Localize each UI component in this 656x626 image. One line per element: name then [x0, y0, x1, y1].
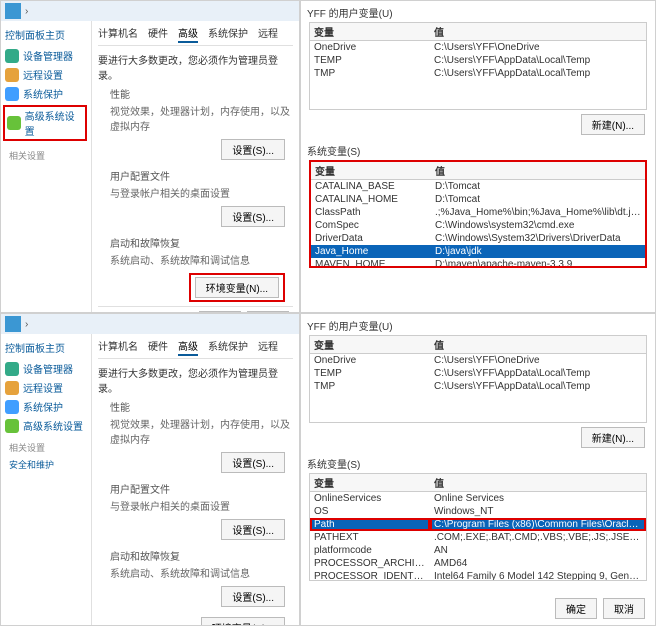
- security-link[interactable]: 安全和维护: [5, 458, 87, 471]
- tab-protection[interactable]: 系统保护: [208, 25, 248, 43]
- system-icon: [5, 316, 21, 332]
- device-icon: [5, 49, 19, 63]
- tab-protection[interactable]: 系统保护: [208, 338, 248, 356]
- system-icon: [5, 3, 21, 19]
- startup-settings-button[interactable]: 设置(S)...: [221, 586, 285, 607]
- breadcrumb-caret-icon: ›: [25, 319, 28, 330]
- control-panel-home[interactable]: 控制面板主页: [5, 27, 87, 42]
- env-variables-button[interactable]: 环境变量(N)...: [195, 277, 279, 298]
- related-settings-header: 相关设置: [5, 437, 87, 458]
- table-row[interactable]: OnlineServicesOnline Services: [310, 492, 646, 506]
- related-settings-header: 相关设置: [5, 145, 87, 166]
- table-row[interactable]: OneDriveC:\Users\YFF\OneDrive: [310, 354, 646, 368]
- new-user-var-button[interactable]: 新建(N)...: [581, 427, 645, 448]
- sidebar-item-remote[interactable]: 远程设置: [5, 67, 87, 82]
- perf-settings-button[interactable]: 设置(S)...: [221, 452, 285, 473]
- table-row[interactable]: OSWindows_NT: [310, 505, 646, 518]
- profile-desc: 与登录帐户相关的桌面设置: [110, 185, 293, 200]
- system-properties-dialog: 计算机名 硬件 高级 系统保护 远程 要进行大多数更改，您必须作为管理员登录。 …: [91, 21, 299, 313]
- gear-icon: [7, 116, 21, 130]
- profile-settings-button[interactable]: 设置(S)...: [221, 519, 285, 540]
- breadcrumb-caret-icon: ›: [25, 6, 28, 17]
- window-header: ›: [1, 1, 299, 21]
- control-panel-home[interactable]: 控制面板主页: [5, 340, 87, 355]
- table-row[interactable]: TMPC:\Users\YFF\AppData\Local\Temp: [310, 67, 646, 80]
- system-properties-panel-top: › 控制面板主页 设备管理器 远程设置 系统保护 高级系统设置 相关设置 计算机…: [0, 0, 300, 313]
- sys-vars-table-wrap: 变量值 OnlineServicesOnline ServicesOSWindo…: [309, 473, 647, 581]
- sidebar-item-device-manager[interactable]: 设备管理器: [5, 361, 87, 376]
- table-row[interactable]: DriverDataC:\Windows\System32\Drivers\Dr…: [311, 232, 645, 245]
- table-row[interactable]: MAVEN_HOMED:\maven\apache-maven-3.3.9: [311, 258, 645, 268]
- control-panel-sidebar: 控制面板主页 设备管理器 远程设置 系统保护 高级系统设置 相关设置: [1, 21, 91, 313]
- sidebar-item-advanced[interactable]: 高级系统设置: [3, 105, 87, 141]
- profile-settings-button[interactable]: 设置(S)...: [221, 206, 285, 227]
- user-vars-table[interactable]: 变量值 OneDriveC:\Users\YFF\OneDriveTEMPC:\…: [310, 23, 646, 80]
- table-header: 变量值: [310, 23, 646, 41]
- table-row[interactable]: OneDriveC:\Users\YFF\OneDrive: [310, 41, 646, 55]
- user-vars-table-wrap: 变量值 OneDriveC:\Users\YFF\OneDriveTEMPC:\…: [309, 335, 647, 423]
- user-vars-table-wrap: 变量值 OneDriveC:\Users\YFF\OneDriveTEMPC:\…: [309, 22, 647, 110]
- table-row[interactable]: ComSpecC:\Windows\system32\cmd.exe: [311, 219, 645, 232]
- cancel-button[interactable]: 取消: [603, 598, 645, 619]
- sidebar-item-protection[interactable]: 系统保护: [5, 86, 87, 101]
- table-row[interactable]: TEMPC:\Users\YFF\AppData\Local\Temp: [310, 367, 646, 380]
- intro-text: 要进行大多数更改，您必须作为管理员登录。: [98, 52, 293, 82]
- remote-icon: [5, 68, 19, 82]
- env-variables-button[interactable]: 环境变量(N)...: [201, 617, 285, 626]
- table-row[interactable]: PathC:\Program Files (x86)\Common Files\…: [310, 518, 646, 531]
- table-row[interactable]: CATALINA_HOMED:\Tomcat: [311, 193, 645, 206]
- sys-vars-title: 系统变量(S): [301, 139, 655, 160]
- user-vars-title: YFF 的用户变量(U): [301, 1, 655, 22]
- perf-desc: 视觉效果，处理器计划，内存使用，以及虚拟内存: [110, 103, 293, 133]
- system-properties-dialog: 计算机名 硬件 高级 系统保护 远程 要进行大多数更改，您必须作为管理员登录。 …: [91, 334, 299, 626]
- sys-vars-title: 系统变量(S): [301, 452, 655, 473]
- control-panel-sidebar: 控制面板主页 设备管理器 远程设置 系统保护 高级系统设置 相关设置 安全和维护: [1, 334, 91, 626]
- sys-vars-table[interactable]: 变量值 OnlineServicesOnline ServicesOSWindo…: [310, 474, 646, 581]
- tabbar: 计算机名 硬件 高级 系统保护 远程: [98, 338, 293, 359]
- user-vars-title: YFF 的用户变量(U): [301, 314, 655, 335]
- tabbar: 计算机名 硬件 高级 系统保护 远程: [98, 25, 293, 46]
- tab-hardware[interactable]: 硬件: [148, 338, 168, 356]
- shield-icon: [5, 87, 19, 101]
- env-variables-dialog-top: YFF 的用户变量(U) 变量值 OneDriveC:\Users\YFF\On…: [300, 0, 656, 313]
- device-icon: [5, 362, 19, 376]
- new-user-var-button[interactable]: 新建(N)...: [581, 114, 645, 135]
- table-row[interactable]: PATHEXT.COM;.EXE;.BAT;.CMD;.VBS;.VBE;.JS…: [310, 531, 646, 544]
- tab-advanced[interactable]: 高级: [178, 25, 198, 43]
- shield-icon: [5, 400, 19, 414]
- profile-title: 用户配置文件: [110, 168, 293, 183]
- sys-vars-table[interactable]: 变量值 CATALINA_BASED:\TomcatCATALINA_HOMED…: [311, 162, 645, 268]
- startup-desc: 系统启动、系统故障和调试信息: [110, 252, 293, 267]
- ok-button[interactable]: 确定: [555, 598, 597, 619]
- table-row[interactable]: PROCESSOR_ARCHITECT...AMD64: [310, 557, 646, 570]
- table-row[interactable]: PROCESSOR_IDENTIFIERIntel64 Family 6 Mod…: [310, 570, 646, 581]
- table-row[interactable]: TEMPC:\Users\YFF\AppData\Local\Temp: [310, 54, 646, 67]
- sidebar-item-device-manager[interactable]: 设备管理器: [5, 48, 87, 63]
- tab-computer-name[interactable]: 计算机名: [98, 25, 138, 43]
- window-header: ›: [1, 314, 299, 334]
- table-row[interactable]: ClassPath.;%Java_Home%\bin;%Java_Home%\l…: [311, 206, 645, 219]
- perf-settings-button[interactable]: 设置(S)...: [221, 139, 285, 160]
- sidebar-item-advanced[interactable]: 高级系统设置: [5, 418, 87, 433]
- tab-hardware[interactable]: 硬件: [148, 25, 168, 43]
- sidebar-item-remote[interactable]: 远程设置: [5, 380, 87, 395]
- tab-computer-name[interactable]: 计算机名: [98, 338, 138, 356]
- tab-remote[interactable]: 远程: [258, 25, 278, 43]
- remote-icon: [5, 381, 19, 395]
- tab-remote[interactable]: 远程: [258, 338, 278, 356]
- table-row[interactable]: CATALINA_BASED:\Tomcat: [311, 180, 645, 194]
- startup-title: 启动和故障恢复: [110, 235, 293, 250]
- table-header: 变量值: [311, 162, 645, 180]
- table-row[interactable]: Java_HomeD:\java\jdk: [311, 245, 645, 258]
- table-row[interactable]: platformcodeAN: [310, 544, 646, 557]
- env-variables-dialog-bottom: YFF 的用户变量(U) 变量值 OneDriveC:\Users\YFF\On…: [300, 313, 656, 626]
- sidebar-item-protection[interactable]: 系统保护: [5, 399, 87, 414]
- table-row[interactable]: TMPC:\Users\YFF\AppData\Local\Temp: [310, 380, 646, 393]
- gear-icon: [5, 419, 19, 433]
- perf-title: 性能: [110, 86, 293, 101]
- system-properties-panel-bottom: › 控制面板主页 设备管理器 远程设置 系统保护 高级系统设置 相关设置 安全和…: [0, 313, 300, 626]
- user-vars-table[interactable]: 变量值 OneDriveC:\Users\YFF\OneDriveTEMPC:\…: [310, 336, 646, 393]
- tab-advanced[interactable]: 高级: [178, 338, 198, 356]
- sys-vars-table-wrap: 变量值 CATALINA_BASED:\TomcatCATALINA_HOMED…: [309, 160, 647, 268]
